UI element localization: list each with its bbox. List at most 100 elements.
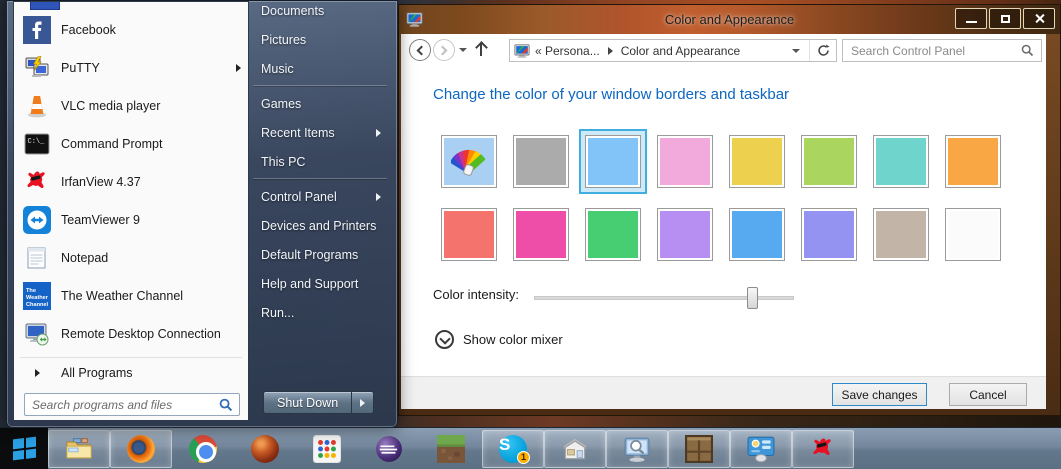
automatic[interactable] [441,126,513,196]
minimize-button[interactable] [955,8,987,29]
green[interactable] [585,199,657,269]
vlc-icon [22,91,52,121]
search-icon [219,398,233,412]
taupe[interactable] [873,199,945,269]
start-menu-place-label: Documents [261,4,324,18]
start-menu-left-panel: Facebook PuTTY VLC media player C:\_ [13,1,249,421]
start-menu-place-item[interactable]: Recent Items [249,118,391,147]
search-placeholder: Search Control Panel [851,44,1021,58]
refresh-button[interactable] [810,40,836,61]
notepad-icon [22,243,52,273]
all-programs-item[interactable]: All Programs [14,360,248,386]
start-menu-place-item[interactable]: Default Programs [249,240,391,269]
taskbar-buttons: S 1 [48,430,854,468]
svg-text:The: The [26,288,36,294]
chrome[interactable] [172,430,234,468]
start-menu-place-item[interactable]: Help and Support [249,269,391,298]
save-changes-button[interactable]: Save changes [832,383,927,406]
color-swatch-row-1 [441,126,1017,196]
show-color-mixer-expander[interactable] [435,330,454,349]
sky-blue[interactable] [585,126,657,196]
start-menu-place-item[interactable]: Music [249,54,391,83]
shut-down-options-button[interactable] [352,391,374,414]
up-button[interactable] [473,41,487,59]
forward-button[interactable] [433,39,455,61]
start-menu-place-item[interactable]: Devices and Printers [249,211,391,240]
salmon[interactable] [441,199,513,269]
divider [253,85,387,87]
start-menu-item[interactable]: Facebook [14,11,248,49]
app-grid[interactable] [296,430,358,468]
start-menu-item[interactable]: TheWeatherChannel The Weather Channel [14,277,248,315]
screen-magnifier-icon [623,435,651,463]
maximize-button[interactable] [989,8,1021,29]
breadcrumb-separator-icon [608,47,613,55]
gray[interactable] [513,126,585,196]
start-menu-item[interactable]: C:\_ Command Prompt [14,125,248,163]
sweet-home-3d[interactable] [544,430,606,468]
shut-down-button[interactable]: Shut Down [263,391,352,414]
control-panel-search-input[interactable]: Search Control Panel [842,39,1042,62]
breadcrumb-collapsed[interactable]: « Persona... [535,44,600,58]
firefox[interactable] [110,430,172,468]
address-bar[interactable]: « Persona... Color and Appearance [509,39,837,62]
eclipse[interactable] [358,430,420,468]
slider-handle[interactable] [747,287,758,309]
start-menu-item-label: TeamViewer 9 [61,213,140,227]
start-search-input[interactable]: Search programs and files [24,393,240,416]
hot-pink[interactable] [513,199,585,269]
back-arrow-icon [417,45,427,55]
start-menu-item[interactable]: Remote Desktop Connection [14,315,248,353]
recent-pages-dropdown[interactable] [459,48,467,52]
start-menu-place-item[interactable]: Pictures [249,25,391,54]
white[interactable] [945,199,1017,269]
start-menu-item[interactable]: PuTTY [14,49,248,87]
skype[interactable]: S 1 [482,430,544,468]
title-bar[interactable]: Color and Appearance [399,5,1060,34]
start-menu-place-item[interactable]: Games [249,89,391,118]
page-title: Change the color of your window borders … [433,86,789,103]
close-button[interactable] [1023,8,1055,29]
start-button[interactable] [0,428,48,469]
pale-moon[interactable] [234,430,296,468]
start-menu-place-item[interactable]: Control Panel [249,182,391,211]
submenu-arrow-icon [376,129,381,137]
orange[interactable] [945,126,1017,196]
divider [20,357,242,358]
start-menu-places-group: Documents Pictures Music [249,0,391,83]
remote-desktop-icon [22,319,52,349]
turquoise[interactable] [873,126,945,196]
start-menu-place-item[interactable]: Documents [249,0,391,25]
start-menu-place-item[interactable]: Run... [249,298,391,327]
lavender[interactable] [657,199,729,269]
periwinkle[interactable] [801,199,873,269]
display-settings[interactable] [730,430,792,468]
all-programs-arrow-icon [35,369,40,377]
color-intensity-slider[interactable] [534,296,794,300]
start-menu-item[interactable]: IrfanView 4.37 [14,163,248,201]
start-menu-place-item[interactable]: This PC [249,147,391,176]
start-menu-item[interactable]: Notepad [14,239,248,277]
start-menu-item-label: Command Prompt [61,137,162,151]
breadcrumb-current[interactable]: Color and Appearance [621,44,740,58]
close-icon [1034,13,1045,24]
start-menu-item[interactable]: VLC media player [14,87,248,125]
minecraft[interactable] [420,430,482,468]
address-dropdown-icon[interactable] [792,49,800,53]
yellow[interactable] [729,126,801,196]
start-menu-item-label: VLC media player [61,99,160,113]
eclipse-icon [375,435,403,463]
file-explorer[interactable] [48,430,110,468]
screen-magnifier[interactable] [606,430,668,468]
blue[interactable] [729,199,801,269]
back-button[interactable] [409,39,431,61]
svg-text:Weather: Weather [26,295,49,301]
pink[interactable] [657,126,729,196]
cancel-button[interactable]: Cancel [949,383,1027,406]
crafting-table[interactable] [668,430,730,468]
start-menu-item[interactable]: TeamViewer 9 [14,201,248,239]
start-menu-item-label: PuTTY [61,61,100,75]
start-menu-item-label: Notepad [61,251,108,265]
irfanview[interactable] [792,430,854,468]
light-green[interactable] [801,126,873,196]
